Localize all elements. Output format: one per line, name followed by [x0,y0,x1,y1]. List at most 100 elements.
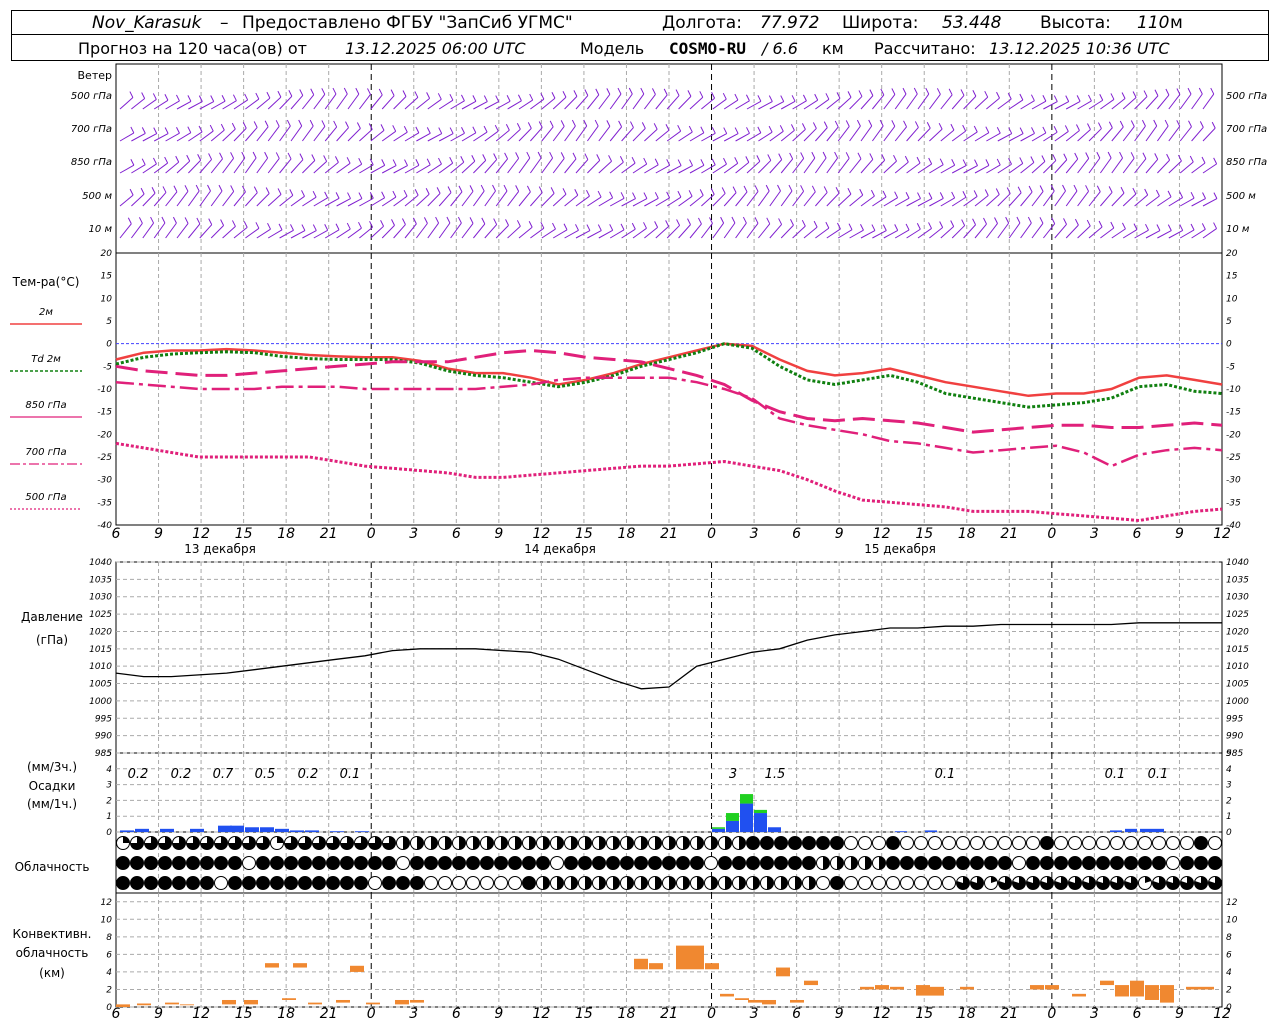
pressure-tick-left: 1005 [89,680,112,690]
wind-barb-flag [334,156,339,163]
cloud-symbol [1124,836,1138,850]
wind-barb-flag [1019,93,1024,101]
hour-label-bottom: 0 [367,1006,376,1022]
hour-label-temp: 6 [452,526,461,542]
wind-barb-flag [426,158,431,165]
wind-barb-flag [560,152,565,159]
wind-barb-flag [677,159,682,166]
wind-barb [963,131,978,142]
wind-barb [541,157,553,174]
cloud-symbol [144,876,158,890]
wind-barb [564,194,579,207]
hour-label-temp: 21 [320,526,338,542]
wind-barb [518,127,532,142]
precip-label: 1.5 [765,767,786,782]
cloud-symbol [228,856,242,870]
cloud-symbol [564,856,578,870]
pressure-tick-right: 995 [1226,714,1243,724]
cloud-symbol [256,876,270,890]
wind-barb [974,164,990,174]
wind-barb-flag [176,94,180,102]
wind-barb [552,96,567,110]
wind-barb [792,191,804,207]
wind-barb-flag [483,125,488,133]
cloud-symbol [172,876,186,890]
wind-barb-flag [255,92,260,100]
hour-label-temp: 18 [958,526,976,542]
wind-barb [894,161,909,174]
wind-level-right: 850 гПа [1226,157,1267,168]
cloud-fill [487,836,494,850]
pressure-tick-left: 1015 [89,645,112,655]
wind-barb-flag [1201,156,1206,164]
wind-barb-flag [791,95,796,102]
wind-barb-flag [356,122,361,129]
precip-tick-right: 5 [1226,749,1232,759]
wind-barb [473,159,487,174]
temp-tick-left: -10 [97,385,112,395]
wind-barb-flag [335,223,340,230]
wind-barb-flag [278,223,283,231]
cloud-symbol [312,876,326,890]
wind-barb-flag [563,223,568,231]
wind-barb [951,95,965,110]
wind-barb [894,93,907,110]
wind-barb [153,99,169,110]
cloud-symbol [606,856,620,870]
precip-bar [355,831,369,832]
wind-barb [165,222,177,239]
hour-label-temp: 3 [1090,526,1099,542]
wind-barb [131,193,145,207]
cloud-symbol [214,876,228,890]
wind-barb-flag [790,219,794,226]
wind-barb-flag [209,124,214,132]
wind-barb-flag [663,88,668,96]
cloud-symbol [1208,856,1222,870]
wind-barb-flag [1028,185,1033,193]
wind-barb [575,95,589,110]
conv-bar [1100,980,1114,986]
pressure-tick-right: 1015 [1226,645,1249,655]
cloud-symbol [354,876,368,890]
wind-barb [929,128,943,142]
wind-barb [1077,129,1091,142]
cloud-symbol [886,836,900,850]
wind-barb-flag [606,120,611,127]
wind-barb [461,100,477,110]
wind-barb-flag [1041,155,1046,162]
wind-barb-flag [198,125,203,133]
wind-barb [313,229,328,239]
wind-barb [381,95,395,110]
temp-tick-right: 5 [1226,317,1232,327]
conv-bar [1130,980,1144,997]
conv-bar [165,1002,179,1005]
wind-barb-flag [472,126,477,133]
wind-barb-flag [939,158,944,165]
wind-barb-flag [950,220,955,227]
wind-barb [609,126,622,142]
wind-barb [735,100,750,110]
precip-label: 0.2 [128,767,149,782]
panel-frame-precip [115,752,1223,833]
wind-barb [917,93,930,110]
wind-barb-flag [1164,119,1169,127]
cloud-symbol [424,876,438,890]
wind-barb [119,97,134,110]
wind-barb-flag [438,157,442,165]
wind-barb-flag [505,124,510,131]
wind-barb [142,133,157,142]
wind-barb-flag [335,192,340,199]
wind-barb-flag [141,127,146,134]
wind-barb [689,223,702,239]
wind-barb [963,95,977,110]
wind-barb-flag [675,89,680,96]
wind-barb-flag [129,91,134,98]
wind-barb [416,223,428,239]
wind-barb-flag [164,127,169,134]
temp-legend-label: Td 2м [31,354,61,365]
wind-barb-flag [127,217,132,225]
wind-barb [860,95,874,110]
cloud-symbol [592,856,606,870]
wind-barb-flag [586,189,590,197]
precip-bar [330,831,344,832]
